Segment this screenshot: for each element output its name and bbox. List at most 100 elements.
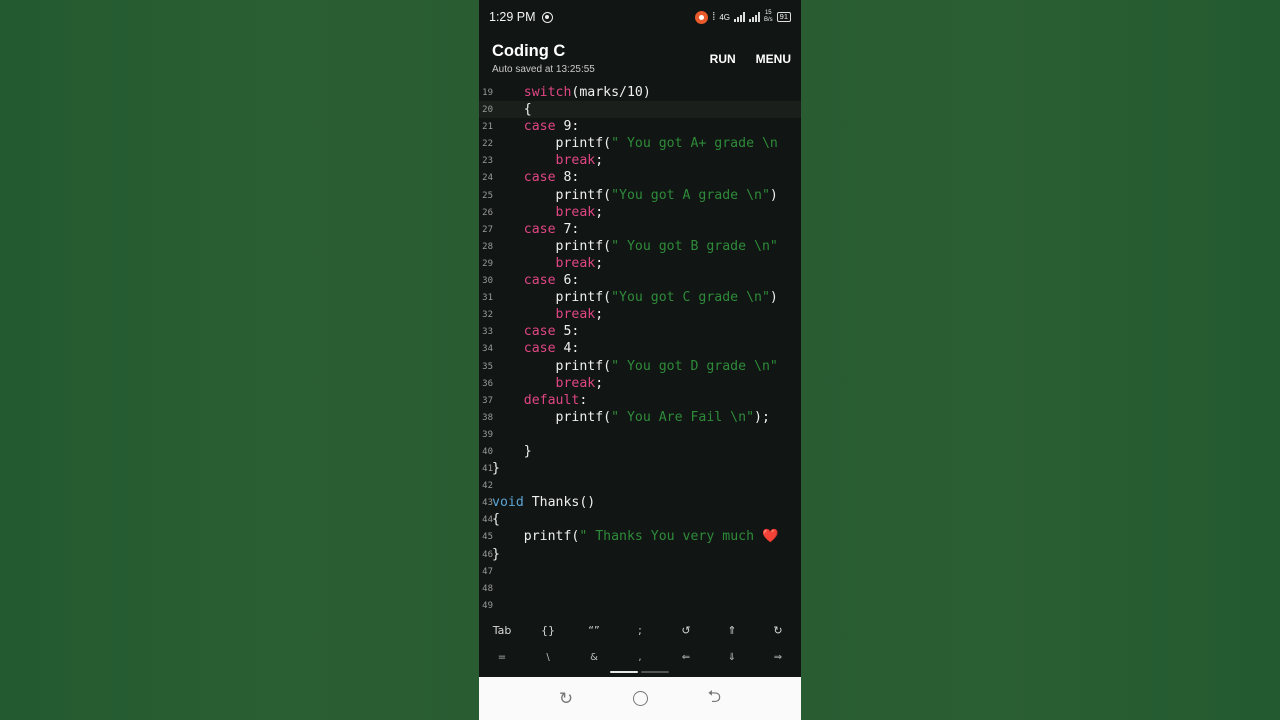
signal-icon [733, 12, 745, 22]
code-token: void [492, 495, 524, 511]
extra-key[interactable]: {} [525, 624, 571, 637]
line-number: 49 [482, 600, 493, 611]
code-line[interactable]: 44{ [479, 511, 801, 528]
net-speed-unit: B/s [763, 17, 773, 23]
code-line[interactable]: 39 [479, 426, 801, 443]
code-line[interactable]: 45 printf(" Thanks You very much ❤️ [479, 528, 801, 545]
code-line[interactable]: 32 break; [479, 306, 801, 323]
code-token: printf( [492, 238, 612, 254]
code-line[interactable]: 41} [479, 460, 801, 477]
code-line[interactable]: 24 case 8: [479, 169, 801, 186]
code-text: case 4: [492, 340, 580, 357]
code-line[interactable]: 36 break; [479, 375, 801, 392]
code-token: case [523, 324, 556, 340]
extra-key[interactable]: ⇐ [663, 652, 709, 663]
code-token: " You got D grade \n" [611, 358, 778, 374]
code-text: break; [492, 152, 604, 169]
code-line[interactable]: 38 printf(" You Are Fail \n"); [479, 409, 801, 426]
line-number: 45 [482, 532, 493, 543]
code-token: Thanks() [523, 495, 596, 511]
extra-key[interactable]: ↻ [755, 624, 801, 637]
code-token: case [523, 170, 556, 186]
code-token: break [555, 204, 596, 220]
extra-key[interactable]: \ [525, 652, 571, 663]
code-editor[interactable]: 19 switch(marks/10) 20 {21 case 9: 22 prin… [479, 84, 801, 612]
line-number: 42 [482, 481, 493, 492]
extra-key[interactable]: ; [617, 624, 663, 637]
line-number: 21 [482, 122, 493, 133]
extra-key[interactable]: “” [571, 624, 617, 637]
code-line[interactable]: 37 default: [479, 392, 801, 409]
extra-key[interactable]: ⇓ [709, 652, 755, 663]
code-text: printf(" Thanks You very much ❤️ [492, 528, 779, 545]
code-line[interactable]: 31 printf("You got C grade \n") [479, 289, 801, 306]
code-text: case 9: [492, 118, 580, 135]
code-line[interactable]: 48 [479, 580, 801, 597]
code-text: switch(marks/10) [492, 84, 651, 101]
extra-key[interactable]: , [617, 652, 663, 663]
code-token: ; [595, 153, 604, 169]
code-text: } [492, 443, 532, 460]
code-line[interactable]: 25 printf("You got A grade \n") [479, 187, 801, 204]
code-line[interactable]: 26 break; [479, 204, 801, 221]
code-token: printf( [492, 358, 612, 374]
code-line[interactable]: 23 break; [479, 152, 801, 169]
extra-key[interactable]: = [479, 652, 525, 663]
recents-icon[interactable]: ↻ [559, 689, 573, 709]
code-line[interactable]: 28 printf(" You got B grade \n" [479, 238, 801, 255]
net-speed: 15 B/s [764, 10, 773, 24]
extra-key[interactable]: & [571, 652, 617, 663]
line-number: 32 [482, 310, 493, 321]
run-button[interactable]: RUN [710, 52, 736, 84]
extra-key[interactable]: ⇑ [709, 624, 755, 637]
back-icon[interactable]: ⮌ [708, 684, 722, 713]
code-token: " You got A+ grade \n [611, 136, 778, 152]
code-line[interactable]: 43 void Thanks() [479, 494, 801, 511]
code-line[interactable]: 47 [479, 563, 801, 580]
code-line[interactable]: 30 case 6: [479, 272, 801, 289]
code-text: case 6: [492, 272, 580, 289]
code-line[interactable]: 49 [479, 597, 801, 612]
code-line[interactable]: 19 switch(marks/10) [479, 84, 801, 101]
app-title: Coding C [492, 42, 566, 60]
code-line[interactable]: 22 printf(" You got A+ grade \n [479, 135, 801, 152]
status-left: 1:29 PM [489, 10, 553, 24]
code-line[interactable]: 34 case 4: [479, 340, 801, 357]
code-token: ; [595, 307, 604, 323]
line-number: 30 [482, 276, 493, 287]
line-number: 38 [482, 412, 493, 423]
code-text: case 5: [492, 323, 580, 340]
line-number: 41 [482, 464, 493, 475]
code-line[interactable]: 40 } [479, 443, 801, 460]
line-number: 37 [482, 395, 493, 406]
line-number: 20 [482, 105, 493, 116]
code-line[interactable]: 21 case 9: [479, 118, 801, 135]
home-icon[interactable] [632, 691, 648, 706]
code-line[interactable]: 29 break; [479, 255, 801, 272]
code-line[interactable]: 20 { [479, 101, 801, 119]
code-line[interactable]: 46} [479, 546, 801, 563]
code-token: { [492, 102, 532, 118]
code-token: " You got B grade \n" [611, 238, 778, 254]
code-token: case [523, 119, 556, 135]
extra-key[interactable]: ↺ [663, 624, 709, 637]
menu-button[interactable]: MENU [756, 52, 791, 84]
code-token: printf( [492, 409, 612, 425]
code-line[interactable]: 42 [479, 477, 801, 494]
extra-key[interactable]: ⇒ [755, 652, 801, 663]
code-line[interactable]: 35 printf(" You got D grade \n" [479, 358, 801, 375]
recording-icon [695, 10, 709, 24]
line-number: 23 [482, 156, 493, 167]
code-token: case [523, 341, 556, 357]
extra-key[interactable]: Tab [479, 624, 525, 637]
code-line[interactable]: 33 case 5: [479, 323, 801, 340]
code-token: 9: [555, 119, 580, 135]
code-text: break; [492, 204, 604, 221]
app-actions: RUN MENU [710, 42, 791, 84]
code-line[interactable]: 27 case 7: [479, 221, 801, 238]
line-number: 36 [482, 378, 493, 389]
